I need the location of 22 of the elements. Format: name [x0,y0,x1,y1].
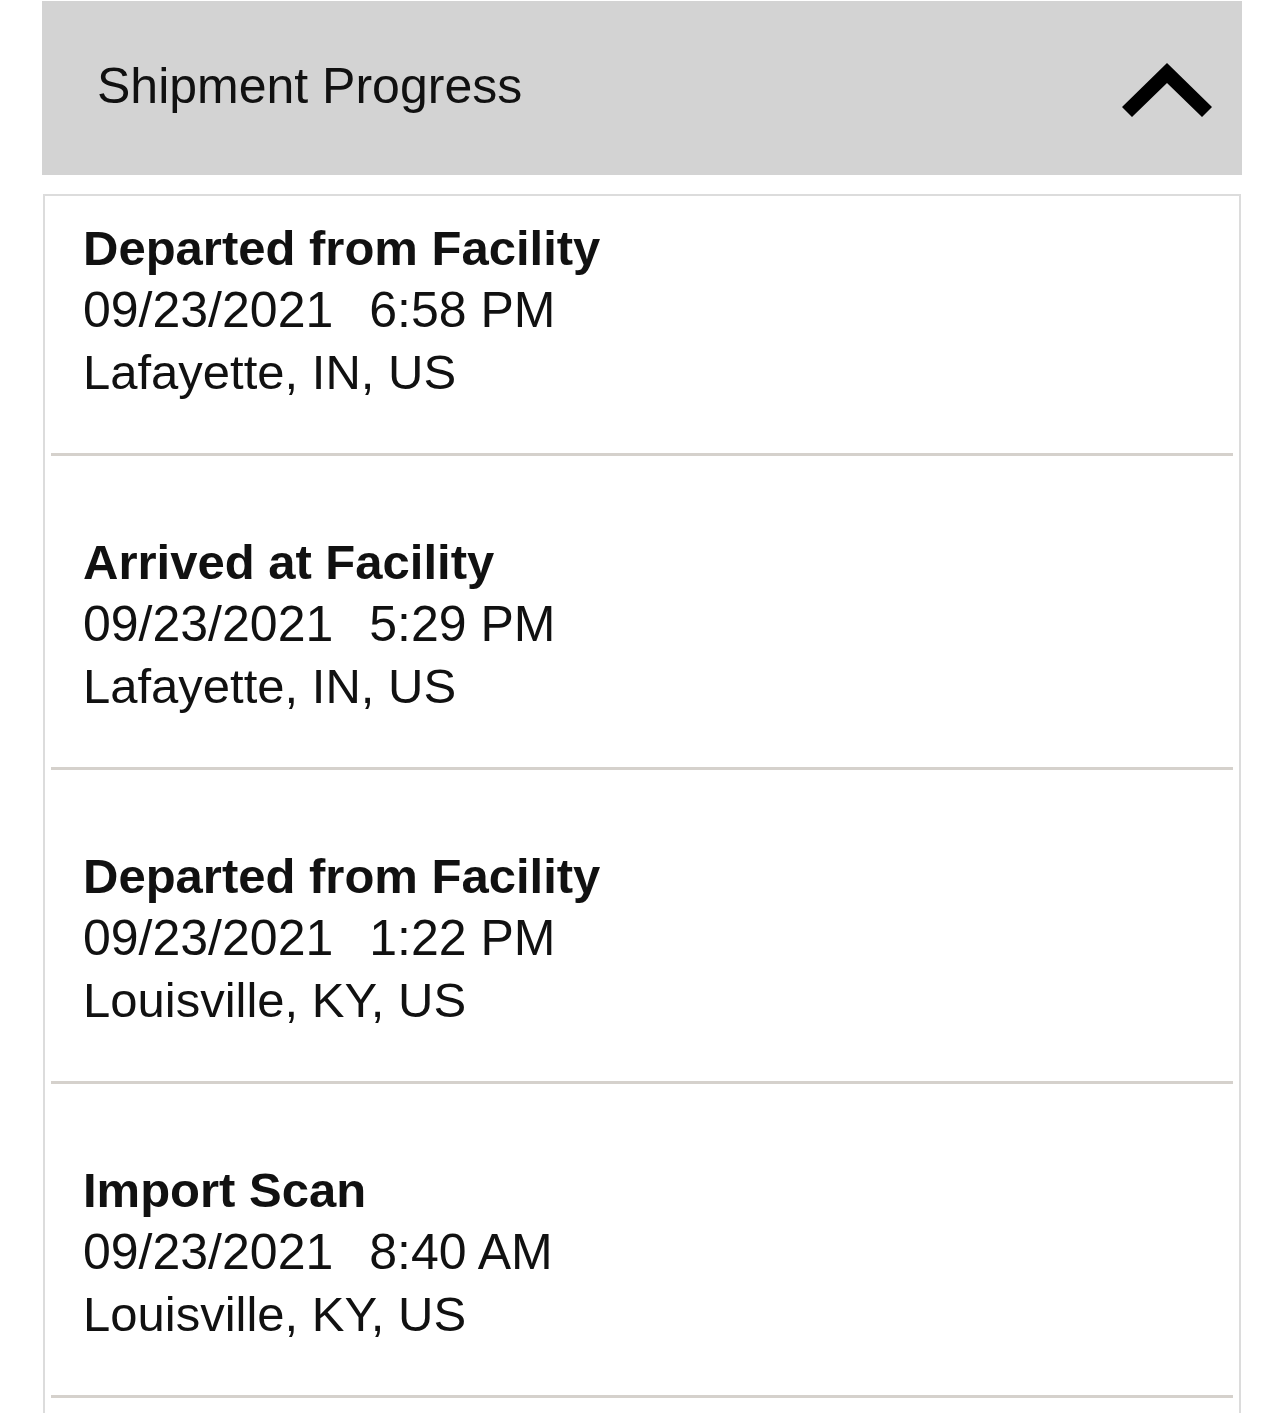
event-date: 09/23/2021 [83,1223,334,1282]
event-location: Lafayette, IN, US [83,658,457,715]
event-row[interactable]: Arrived at Facility 09/23/2021 5:29 PM Lafayette, IN, US [51,456,1233,770]
event-date: 09/23/2021 [83,595,334,654]
event-location: Louisville, KY, US [83,972,467,1029]
event-date: 09/23/2021 [83,909,334,968]
event-status: Import Scan [83,1162,367,1219]
section-title: Shipment Progress [97,57,523,115]
event-row[interactable]: Departed from Facility 09/23/2021 1:22 PM Louisville, KY, US [51,770,1233,1084]
event-row[interactable]: Departed from Facility 09/23/2021 6:58 PM Lafayette, IN, US [51,196,1233,456]
event-location: Louisville, KY, US [83,1286,467,1343]
event-status: Departed from Facility [83,220,601,277]
section-header[interactable]: Shipment Progress [42,1,1242,175]
event-time: 5:29 PM [369,595,556,654]
event-time: 8:40 AM [369,1223,553,1282]
event-status: Departed from Facility [83,848,601,905]
event-date: 09/23/2021 [83,281,334,340]
event-status: Arrived at Facility [83,534,495,591]
event-row[interactable]: Import Scan 09/23/2021 8:40 AM Louisville, KY, US [51,1084,1233,1398]
event-location: Lafayette, IN, US [83,344,457,401]
event-time: 1:22 PM [369,909,556,968]
event-time: 6:58 PM [369,281,556,340]
